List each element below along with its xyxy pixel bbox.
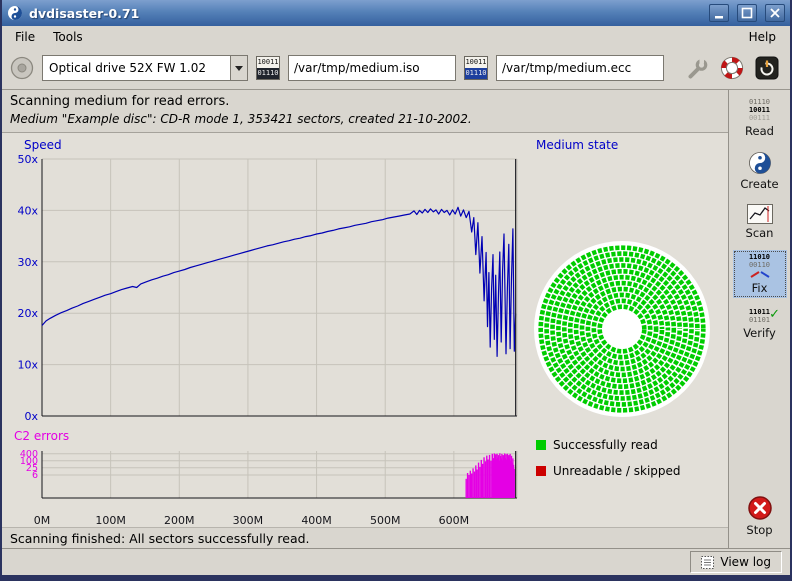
chevron-down-icon xyxy=(235,66,243,71)
svg-text:300M: 300M xyxy=(233,514,264,527)
medium-state-label: Medium state xyxy=(536,138,618,152)
legend-label-unreadable: Unreadable / skipped xyxy=(553,464,681,478)
menu-tools[interactable]: Tools xyxy=(44,28,92,46)
app-icon xyxy=(7,5,23,21)
app-window: dvdisaster-0.71 File Tools Help Optical … xyxy=(0,0,792,581)
ecc-icon-bits-bottom: 01110 xyxy=(465,68,487,79)
menu-file[interactable]: File xyxy=(6,28,44,46)
scan-result-status: Scanning finished: All sectors successfu… xyxy=(2,527,728,548)
ecc-file-icon: 10011 01110 xyxy=(464,56,488,80)
sidebar-button-verify[interactable]: 11011 01101 ✓ Verify xyxy=(733,305,787,343)
window-title: dvdisaster-0.71 xyxy=(29,6,139,21)
toolbar: Optical drive 52X FW 1.02 10011 01110 10… xyxy=(2,47,790,90)
action-sidebar: 01110 10011 00111 Read Create xyxy=(728,90,790,548)
legend-swatch-unreadable xyxy=(536,466,546,476)
svg-text:20x: 20x xyxy=(17,307,38,320)
ecc-icon-bits-top: 10011 xyxy=(465,57,487,68)
drive-select[interactable]: Optical drive 52X FW 1.02 xyxy=(42,55,248,81)
sidebar-button-read[interactable]: 01110 10011 00111 Read xyxy=(733,95,787,141)
drive-select-value: Optical drive 52X FW 1.02 xyxy=(43,56,230,80)
fix-icon: 11010 00110 xyxy=(749,253,770,269)
stop-icon xyxy=(747,495,773,521)
svg-text:0M: 0M xyxy=(34,514,51,527)
iso-icon-bits-top: 10011 xyxy=(257,57,279,68)
svg-text:50x: 50x xyxy=(17,153,38,166)
view-log-label: View log xyxy=(720,555,771,569)
speed-chart-label: Speed xyxy=(24,138,62,152)
svg-text:500M: 500M xyxy=(370,514,401,527)
checkmark-icon: ✓ xyxy=(769,307,780,322)
verify-label: Verify xyxy=(743,326,776,340)
curve-panel: 0x 10x 20x 30x 40x 50x 0M 100M 200M 300M 400M 500M 6… xyxy=(2,133,728,527)
svg-text:10x: 10x xyxy=(17,359,38,372)
fix-tools-icon xyxy=(748,271,772,279)
legend-label-read: Successfully read xyxy=(553,438,658,452)
stop-label: Stop xyxy=(746,523,772,537)
sidebar-button-fix[interactable]: 11010 00110 Fix xyxy=(733,250,787,298)
svg-text:400M: 400M xyxy=(301,514,332,527)
preferences-button[interactable] xyxy=(684,55,710,81)
verify-icon: 11011 01101 xyxy=(749,308,770,324)
lifesaver-icon xyxy=(720,56,744,80)
help-button[interactable] xyxy=(719,55,745,81)
drive-icon xyxy=(10,56,34,80)
menubar: File Tools Help xyxy=(2,26,790,47)
scan-chart-icon xyxy=(747,204,773,224)
ecc-path-input[interactable] xyxy=(496,55,664,81)
svg-text:0x: 0x xyxy=(24,410,38,423)
power-icon xyxy=(755,56,779,80)
legend-item-unreadable: Unreadable / skipped xyxy=(536,464,681,478)
maximize-icon xyxy=(739,5,755,21)
minimize-button[interactable] xyxy=(709,4,729,22)
view-log-button[interactable]: View log xyxy=(690,551,782,573)
fix-label: Fix xyxy=(752,281,768,295)
sidebar-button-scan[interactable]: Scan xyxy=(733,201,787,243)
svg-text:100M: 100M xyxy=(95,514,126,527)
scan-label: Scan xyxy=(746,226,774,240)
menu-help[interactable]: Help xyxy=(739,28,786,46)
svg-text:30x: 30x xyxy=(17,256,38,269)
sidebar-button-create[interactable]: Create xyxy=(733,148,787,194)
read-label: Read xyxy=(745,124,774,138)
sidebar-button-stop[interactable]: Stop xyxy=(733,492,787,540)
iso-path-input[interactable] xyxy=(288,55,456,81)
wrench-icon xyxy=(685,56,709,80)
iso-icon-bits-bottom: 01110 xyxy=(257,68,279,79)
close-button[interactable] xyxy=(765,4,785,22)
c2-errors-label: C2 errors xyxy=(14,429,69,443)
status-area: Scanning medium for read errors. Medium … xyxy=(2,90,728,133)
maximize-button[interactable] xyxy=(737,4,757,22)
svg-text:6: 6 xyxy=(32,470,38,481)
status-line-1: Scanning medium for read errors. xyxy=(10,94,720,109)
read-icon: 01110 10011 00111 xyxy=(749,98,770,122)
titlebar[interactable]: dvdisaster-0.71 xyxy=(2,0,790,26)
drive-select-arrow-button[interactable] xyxy=(230,56,247,80)
status-line-2: Medium "Example disc": CD-R mode 1, 3534… xyxy=(10,112,720,126)
toolbar-right-group xyxy=(684,55,782,81)
close-icon xyxy=(767,5,783,21)
content-row: Scanning medium for read errors. Medium … xyxy=(2,90,790,548)
svg-text:600M: 600M xyxy=(439,514,470,527)
legend-swatch-read xyxy=(536,440,546,450)
minimize-icon xyxy=(711,5,727,21)
create-label: Create xyxy=(740,177,778,191)
svg-text:40x: 40x xyxy=(17,204,38,217)
main-panel: Scanning medium for read errors. Medium … xyxy=(2,90,728,548)
legend-item-read: Successfully read xyxy=(536,438,658,452)
svg-text:200M: 200M xyxy=(164,514,195,527)
statusbar: View log xyxy=(2,548,790,575)
iso-image-icon: 10011 01110 xyxy=(256,56,280,80)
quit-button[interactable] xyxy=(754,55,780,81)
log-icon xyxy=(701,556,714,569)
yin-yang-icon xyxy=(748,151,772,175)
